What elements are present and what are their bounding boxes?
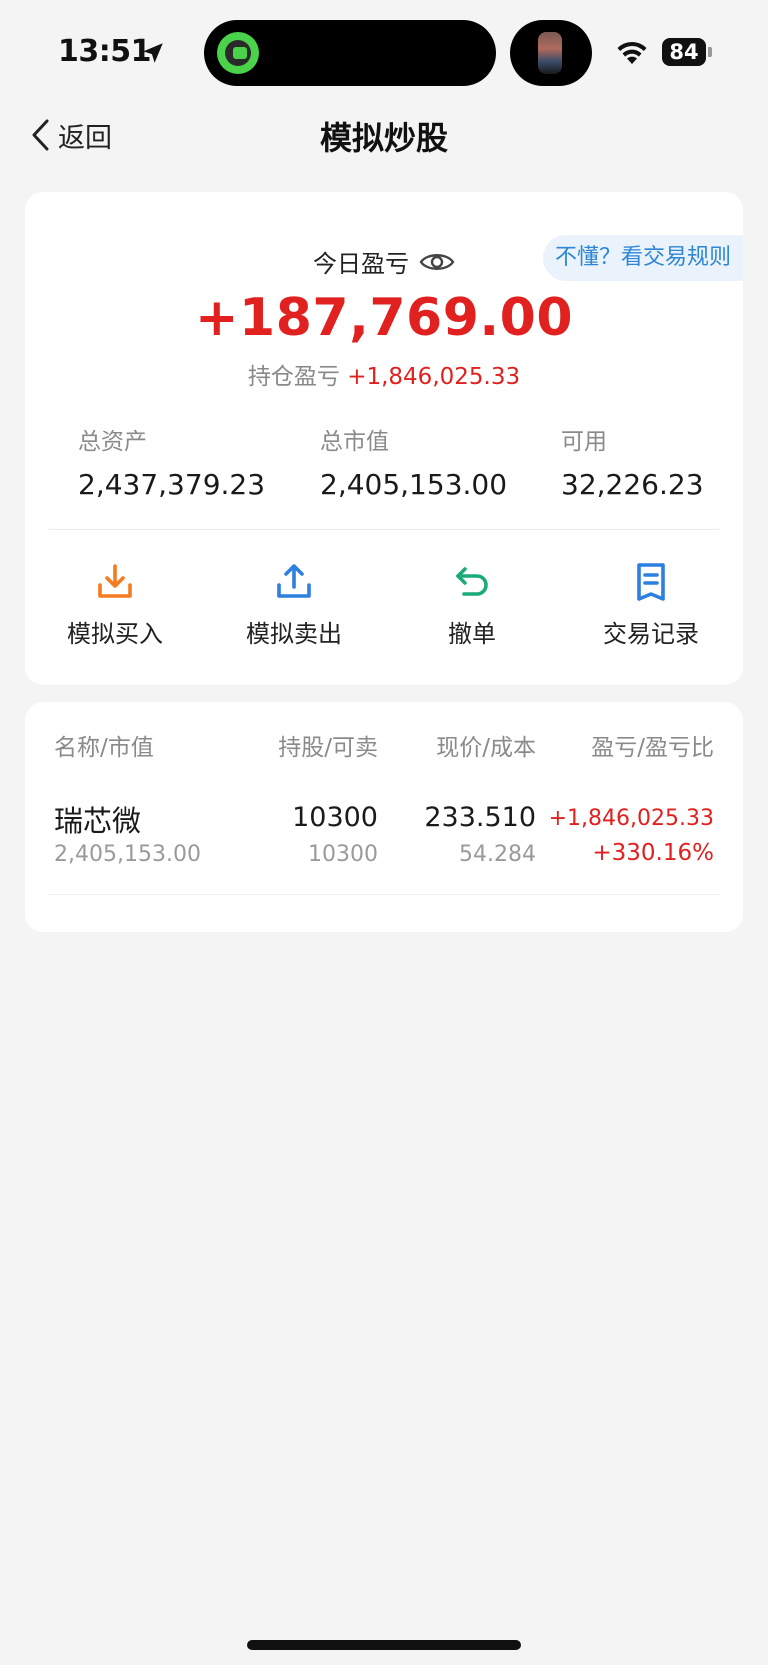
battery-nub <box>708 47 712 57</box>
summary-divider <box>49 529 719 530</box>
stock-pnl: +1,846,025.33 <box>548 806 714 831</box>
status-bar: 13:51 84 <box>0 0 768 100</box>
status-time: 13:51 <box>58 34 152 69</box>
stat-label: 总市值 <box>320 429 389 455</box>
action-label: 模拟买入 <box>67 620 163 648</box>
undo-icon <box>456 567 488 596</box>
simulate-buy-button[interactable]: 模拟买入 <box>30 562 200 649</box>
holding-pnl-row: 持仓盈亏 +1,846,025.33 <box>25 357 743 391</box>
stock-pnl-ratio: +330.16% <box>592 840 714 866</box>
holdings-card: 名称/市值 持股/可卖 现价/成本 盈亏/盈亏比 瑞芯微 2,405,153.0… <box>25 702 743 932</box>
stock-cost: 54.284 <box>459 842 536 867</box>
header-name-value: 名称/市值 <box>54 735 154 761</box>
today-pnl-value: +187,769.00 <box>194 288 574 348</box>
island-media-thumbnail <box>538 32 562 74</box>
stat-total-assets: 总资产 2,437,379.23 <box>78 422 265 501</box>
stat-available: 可用 32,226.23 <box>561 422 704 501</box>
stat-value: 2,437,379.23 <box>78 468 266 501</box>
upload-icon <box>277 564 311 598</box>
today-pnl-header: 今日盈亏 <box>25 244 743 279</box>
download-icon <box>98 564 132 598</box>
row-divider <box>49 894 719 895</box>
action-label: 模拟卖出 <box>246 620 342 648</box>
simulate-sell-button[interactable]: 模拟卖出 <box>209 562 379 649</box>
document-icon <box>637 563 665 601</box>
header-shares: 持股/可卖 <box>278 735 378 761</box>
today-pnl-label: 今日盈亏 <box>313 250 409 278</box>
account-summary-card: 不懂？看交易规则 今日盈亏 +187,769.00 持仓盈亏 +1,846,02… <box>25 192 743 685</box>
location-arrow-icon <box>143 43 163 63</box>
cancel-order-button[interactable]: 撤单 <box>387 562 557 649</box>
header-pnl: 盈亏/盈亏比 <box>591 735 714 761</box>
battery-level: 84 <box>662 38 706 66</box>
stock-shares: 10300 <box>292 802 378 833</box>
action-label: 撤单 <box>448 620 496 648</box>
stat-label: 总资产 <box>78 429 147 455</box>
header-price-cost: 现价/成本 <box>436 735 536 761</box>
stock-price: 233.510 <box>424 802 536 833</box>
stock-market-value: 2,405,153.00 <box>54 842 201 867</box>
stat-label: 可用 <box>561 429 607 455</box>
wifi-icon <box>617 41 647 64</box>
battery-indicator: 84 <box>662 38 712 66</box>
trade-history-button[interactable]: 交易记录 <box>566 562 736 649</box>
island-app-icon-glyph <box>233 47 247 59</box>
stat-value: 2,405,153.00 <box>320 468 508 501</box>
holding-pnl-value: +1,846,025.33 <box>347 364 521 390</box>
stock-available: 10300 <box>308 842 378 867</box>
stat-value: 32,226.23 <box>561 468 704 501</box>
page-title: 模拟炒股 <box>319 119 448 157</box>
action-label: 交易记录 <box>603 620 699 648</box>
stat-market-value: 总市值 2,405,153.00 <box>320 422 507 501</box>
stock-name: 瑞芯微 <box>54 804 142 838</box>
eye-icon[interactable] <box>419 250 455 274</box>
holding-pnl-label: 持仓盈亏 <box>247 364 340 390</box>
home-indicator[interactable] <box>247 1640 521 1650</box>
